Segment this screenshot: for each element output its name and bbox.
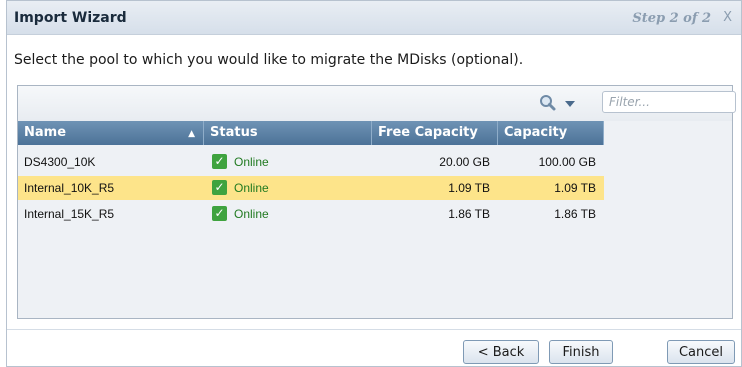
search-icon (540, 95, 556, 111)
column-header-capacity[interactable]: Capacity (498, 121, 604, 145)
grid-toolbar (18, 86, 736, 121)
table-header: Name ▲ Status Free Capacity Capacity (18, 121, 604, 145)
dialog-titlebar: Import Wizard Step 2 of 2 X (7, 1, 741, 35)
column-header-label: Status (210, 125, 258, 140)
pool-grid: Name ▲ Status Free Capacity Capacity DS4… (17, 85, 736, 319)
status-text: Online (234, 181, 269, 195)
column-header-label: Capacity (504, 125, 568, 140)
checkmark-icon: ✓ (212, 154, 227, 169)
import-wizard-dialog: Import Wizard Step 2 of 2 X Select the p… (6, 0, 742, 367)
status-text: Online (234, 155, 269, 169)
free-capacity: 1.86 TB (448, 207, 490, 221)
instruction-text: Select the pool to which you would like … (14, 52, 524, 68)
table-row-selected[interactable]: Internal_10K_R5 ✓ Online 1.09 TB 1.09 TB (18, 176, 604, 200)
capacity: 1.09 TB (554, 181, 596, 195)
pool-name: Internal_10K_R5 (24, 181, 115, 195)
close-icon[interactable]: X (723, 10, 732, 25)
column-header-label: Name (24, 125, 67, 140)
table-row[interactable]: DS4300_10K ✓ Online 20.00 GB 100.00 GB (18, 150, 604, 174)
pool-name: DS4300_10K (24, 155, 96, 169)
column-header-label: Free Capacity (378, 125, 478, 140)
capacity: 100.00 GB (538, 155, 596, 169)
dialog-title: Import Wizard (14, 10, 127, 26)
finish-button[interactable]: Finish (549, 340, 613, 364)
table-row[interactable]: Internal_15K_R5 ✓ Online 1.86 TB 1.86 TB (18, 202, 604, 226)
checkmark-icon: ✓ (212, 206, 227, 221)
column-header-name[interactable]: Name ▲ (18, 121, 204, 145)
chevron-down-icon (565, 101, 575, 107)
search-filter-dropdown[interactable] (538, 94, 578, 112)
capacity: 1.86 TB (554, 207, 596, 221)
column-header-free-capacity[interactable]: Free Capacity (372, 121, 498, 145)
back-button[interactable]: < Back (463, 340, 539, 364)
cancel-button[interactable]: Cancel (667, 340, 735, 364)
pool-name: Internal_15K_R5 (24, 207, 115, 221)
footer-divider (7, 329, 741, 330)
step-indicator: Step 2 of 2 (632, 11, 711, 26)
checkmark-icon: ✓ (212, 180, 227, 195)
sort-ascending-icon: ▲ (188, 129, 195, 139)
free-capacity: 20.00 GB (439, 155, 490, 169)
status-text: Online (234, 207, 269, 221)
column-header-status[interactable]: Status (204, 121, 372, 145)
filter-input[interactable] (602, 91, 736, 113)
free-capacity: 1.09 TB (448, 181, 490, 195)
